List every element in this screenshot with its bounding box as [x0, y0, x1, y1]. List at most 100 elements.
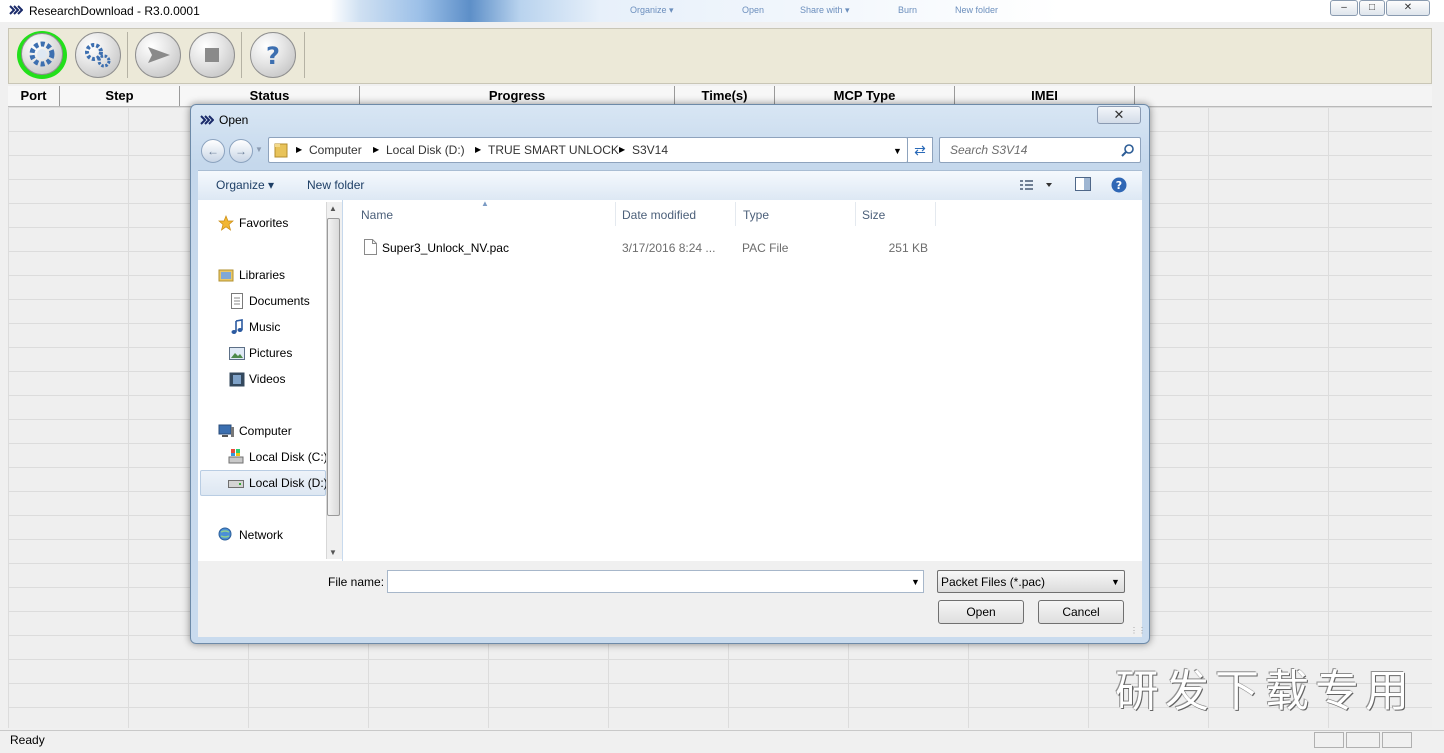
file-size: 251 KB — [888, 241, 928, 255]
breadcrumb-arrow-icon[interactable]: ▶ — [373, 145, 379, 154]
file-column-type[interactable]: Type — [743, 208, 769, 222]
libraries-icon — [218, 268, 234, 282]
file-column-date-modified[interactable]: Date modified — [622, 208, 696, 222]
background-menu-organize: Organize ▾ — [630, 5, 674, 15]
back-arrow-icon: ← — [207, 144, 219, 158]
refresh-arrows-icon: ⇄ — [914, 142, 926, 158]
maximize-button[interactable]: □ — [1359, 0, 1385, 16]
drive-d-icon — [228, 478, 244, 488]
refresh-button[interactable]: ⇄ — [907, 137, 933, 163]
scroll-up-icon[interactable]: ▲ — [329, 204, 337, 213]
stop-square-icon — [205, 48, 219, 62]
file-column-name[interactable]: Name — [361, 208, 393, 222]
drive-c-icon — [228, 448, 244, 464]
column-header-mcp-type[interactable]: MCP Type — [775, 86, 955, 106]
nav-local-disk-d[interactable]: Local Disk (D:) — [249, 476, 328, 490]
search-icon — [1121, 143, 1135, 157]
start-button[interactable] — [135, 32, 181, 78]
settings-gears-icon — [85, 43, 111, 68]
breadcrumb-arrow-icon[interactable]: ▶ — [296, 145, 302, 154]
nav-libraries[interactable]: Libraries — [239, 268, 285, 282]
nav-pictures[interactable]: Pictures — [249, 346, 292, 360]
dialog-app-icon — [200, 114, 215, 128]
nav-network[interactable]: Network — [239, 528, 283, 542]
generic-file-icon — [364, 239, 377, 255]
column-divider[interactable] — [735, 202, 736, 226]
file-column-size[interactable]: Size — [862, 208, 885, 222]
column-header-step[interactable]: Step — [60, 86, 180, 106]
status-pane — [1346, 732, 1380, 748]
file-name[interactable]: Super3_Unlock_NV.pac — [382, 241, 509, 255]
column-header-imei[interactable]: IMEI — [955, 86, 1135, 106]
breadcrumb-true-smart-unlock[interactable]: TRUE SMART UNLOCK — [488, 143, 619, 157]
app-icon — [9, 4, 24, 18]
filter-dropdown-icon[interactable]: ▼ — [1111, 577, 1120, 587]
nav-scroll-thumb[interactable] — [327, 218, 340, 516]
column-divider[interactable] — [615, 202, 616, 226]
open-button[interactable]: Open — [938, 600, 1024, 624]
column-divider[interactable] — [935, 202, 936, 226]
documents-icon — [230, 293, 244, 309]
videos-film-icon — [229, 372, 245, 387]
help-question-icon: ? — [266, 42, 280, 70]
help-icon[interactable]: ? — [1111, 177, 1127, 193]
background-menu-open: Open — [742, 5, 765, 15]
file-name-label: File name: — [328, 575, 385, 589]
cancel-button[interactable]: Cancel — [1038, 600, 1124, 624]
column-divider[interactable] — [855, 202, 856, 226]
column-header-port[interactable]: Port — [8, 86, 60, 106]
file-type-filter-value: Packet Files (*.pac) — [941, 575, 1046, 589]
pictures-icon — [229, 347, 245, 360]
nav-videos[interactable]: Videos — [249, 372, 285, 386]
file-name-dropdown-icon[interactable]: ▼ — [911, 577, 920, 587]
file-name-input[interactable] — [387, 570, 924, 593]
file-type: PAC File — [742, 241, 789, 255]
recent-pages-chevron-icon[interactable]: ▼ — [255, 145, 263, 154]
breadcrumb-s3v14[interactable]: S3V14 — [632, 143, 668, 157]
dialog-close-button[interactable]: ✕ — [1097, 106, 1141, 124]
breadcrumb-arrow-icon[interactable]: ▶ — [475, 145, 481, 154]
preview-pane-icon[interactable] — [1075, 177, 1091, 191]
minimize-button[interactable]: – — [1330, 0, 1358, 16]
svg-text:?: ? — [266, 42, 280, 70]
forward-button[interactable]: → — [229, 139, 253, 163]
breadcrumb-computer[interactable]: Computer — [309, 143, 362, 157]
load-packet-icon — [21, 33, 63, 75]
column-header-status[interactable]: Status — [180, 86, 360, 106]
toolbar-separator — [304, 32, 305, 78]
scroll-down-icon[interactable]: ▼ — [329, 548, 337, 557]
folder-icon — [274, 142, 288, 158]
close-button[interactable]: ✕ — [1386, 0, 1430, 16]
play-arrow-icon — [148, 47, 170, 63]
nav-computer[interactable]: Computer — [239, 424, 292, 438]
stop-button[interactable] — [189, 32, 235, 78]
window-title: ResearchDownload - R3.0.0001 — [29, 4, 200, 18]
watermark-text: 研发下载专用 — [1115, 666, 1415, 717]
status-pane — [1314, 732, 1344, 748]
network-icon — [218, 527, 234, 541]
svg-text:?: ? — [1116, 179, 1122, 192]
settings-button[interactable] — [75, 32, 121, 78]
address-dropdown-icon[interactable]: ▼ — [893, 146, 902, 156]
toolbar-separator — [127, 32, 128, 78]
help-button[interactable]: ? — [250, 32, 296, 78]
status-text: Ready — [10, 733, 45, 747]
breadcrumb-local-disk-d[interactable]: Local Disk (D:) — [386, 143, 465, 157]
background-menu-burn: Burn — [898, 5, 918, 15]
music-note-icon — [230, 319, 244, 335]
file-date-modified: 3/17/2016 8:24 ... — [622, 241, 716, 255]
organize-menu[interactable]: Organize ▾ — [216, 178, 274, 192]
computer-icon — [218, 424, 234, 438]
breadcrumb-arrow-icon[interactable]: ▶ — [619, 145, 625, 154]
nav-local-disk-c[interactable]: Local Disk (C:) — [249, 450, 328, 464]
column-header-time[interactable]: Time(s) — [675, 86, 775, 106]
view-options-icon[interactable] — [1020, 178, 1056, 192]
new-folder-button[interactable]: New folder — [307, 178, 364, 192]
nav-music[interactable]: Music — [249, 320, 280, 334]
nav-documents[interactable]: Documents — [249, 294, 310, 308]
forward-arrow-icon: → — [235, 144, 247, 158]
resize-grip-icon[interactable]: ⋮⋮ — [1130, 626, 1146, 635]
back-button[interactable]: ← — [201, 139, 225, 163]
nav-favorites[interactable]: Favorites — [239, 216, 288, 230]
column-header-progress[interactable]: Progress — [360, 86, 675, 106]
